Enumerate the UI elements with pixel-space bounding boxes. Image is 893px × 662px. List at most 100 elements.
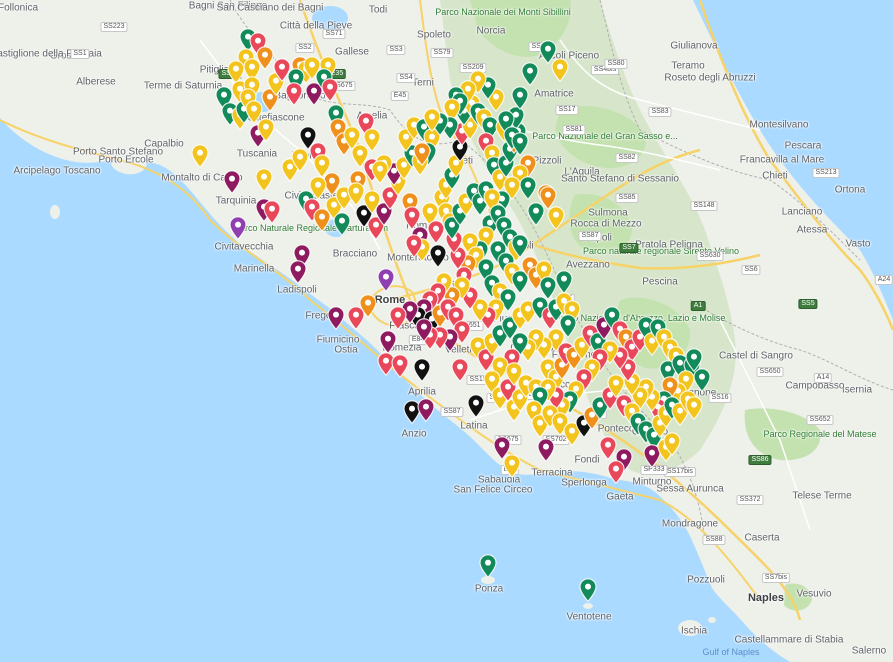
place-label-porto-ercole: Porto Ercole xyxy=(98,154,154,166)
place-label-ortona: Ortona xyxy=(834,184,866,196)
place-label-arcipelago-toscano: Arcipelago Toscano xyxy=(13,165,101,177)
place-label-lanciano: Lanciano xyxy=(781,206,823,218)
place-label-sperlonga: Sperlonga xyxy=(561,477,607,489)
road-shield-ss372: SS372 xyxy=(736,495,764,505)
place-label-fondi: Fondi xyxy=(574,454,600,466)
map-marker-yellow[interactable] xyxy=(503,454,521,478)
map-marker-black[interactable] xyxy=(413,358,431,382)
map-marker-black[interactable] xyxy=(467,394,485,418)
place-label-san-felice-circeo: San Felice Circeo xyxy=(453,484,533,496)
map-marker-green[interactable] xyxy=(479,554,497,578)
place-label-chieti: Chieti xyxy=(762,170,788,182)
map-marker-purple[interactable] xyxy=(223,170,241,194)
place-label-sulmona: Sulmona xyxy=(588,207,628,219)
map-marker-green[interactable] xyxy=(333,212,351,236)
map-marker-yellow[interactable] xyxy=(551,58,569,82)
road-shield-ss79: SS79 xyxy=(430,48,454,58)
place-label-spoleto: Spoleto xyxy=(417,29,451,41)
map-pin-icon xyxy=(423,108,441,132)
map-marker-purple[interactable] xyxy=(379,330,397,354)
road-shield-ss4: SS4 xyxy=(396,73,416,83)
map-marker-green[interactable] xyxy=(579,578,597,602)
map-marker-green[interactable] xyxy=(511,132,529,156)
island-ventotene xyxy=(583,603,593,609)
place-label-parco-nazionale-del-gran-sasso-e: Parco Nazionale del Gran Sasso e... xyxy=(532,131,678,141)
map-marker-yellow[interactable] xyxy=(363,128,381,152)
map-marker-green[interactable] xyxy=(685,348,703,372)
map-pin-icon xyxy=(359,294,377,318)
map-marker-red[interactable] xyxy=(607,460,625,484)
map-marker-orange[interactable] xyxy=(413,142,431,166)
map-canvas[interactable]: FollonicaGrossetoCastiglione della Pesca… xyxy=(0,0,893,662)
map-marker-green[interactable] xyxy=(521,62,539,86)
place-label-pratola-peligna: Pratola Peligna xyxy=(635,239,703,251)
road-shield-ss213: SS213 xyxy=(812,168,840,178)
map-marker-purple[interactable] xyxy=(417,398,435,422)
map-marker-green[interactable] xyxy=(511,86,529,110)
map-marker-yellow[interactable] xyxy=(663,432,681,456)
place-label-alberese: Alberese xyxy=(76,76,116,88)
road-shield-a14: A14 xyxy=(813,373,833,383)
map-marker-red[interactable] xyxy=(405,234,423,258)
place-label-norcia: Norcia xyxy=(476,25,506,37)
road-shield-ss85: SS85 xyxy=(615,193,639,203)
map-marker-green[interactable] xyxy=(555,270,573,294)
map-marker-yellow[interactable] xyxy=(423,108,441,132)
place-label-rocca-di-mezzo: Rocca di Mezzo xyxy=(570,218,642,230)
map-pin-icon xyxy=(371,160,389,184)
map-marker-red[interactable] xyxy=(321,78,339,102)
road-shield-ss6: SS6 xyxy=(741,265,761,275)
map-marker-orange[interactable] xyxy=(359,294,377,318)
map-marker-red[interactable] xyxy=(263,200,281,224)
road-shield-ss17bis: SS17bis xyxy=(663,467,697,477)
map-pin-icon xyxy=(413,358,431,382)
map-marker-purple[interactable] xyxy=(327,306,345,330)
map-marker-yellow[interactable] xyxy=(291,148,309,172)
map-pin-icon xyxy=(263,200,281,224)
map-marker-yellow[interactable] xyxy=(371,160,389,184)
place-label-ischia: Ischia xyxy=(680,625,708,637)
map-marker-yellow[interactable] xyxy=(685,396,703,420)
place-label-tarquinia: Tarquinia xyxy=(215,195,257,207)
map-marker-violet[interactable] xyxy=(377,268,395,292)
map-pin-icon xyxy=(255,168,273,192)
place-label-teramo: Teramo xyxy=(671,60,705,72)
place-label-salerno: Salerno xyxy=(851,645,887,657)
map-pin-icon xyxy=(521,62,539,86)
map-marker-green[interactable] xyxy=(519,176,537,200)
place-label-pozzuoli: Pozzuoli xyxy=(687,574,725,586)
place-label-capalbio: Capalbio xyxy=(144,138,184,150)
map-marker-violet[interactable] xyxy=(229,216,247,240)
place-label-pescina: Pescina xyxy=(642,276,678,288)
place-label-giulianova: Giulianova xyxy=(670,40,718,52)
map-pin-icon xyxy=(229,216,247,240)
map-marker-yellow[interactable] xyxy=(505,362,523,386)
map-marker-red[interactable] xyxy=(391,354,409,378)
road-shield-ss80: SS80 xyxy=(604,59,628,69)
map-marker-green[interactable] xyxy=(527,202,545,226)
map-marker-yellow[interactable] xyxy=(257,118,275,142)
map-marker-yellow[interactable] xyxy=(547,206,565,230)
map-marker-red[interactable] xyxy=(285,82,303,106)
road-shield-ss630: SS630 xyxy=(696,251,724,261)
map-marker-red[interactable] xyxy=(451,358,469,382)
map-marker-purple[interactable] xyxy=(289,260,307,284)
map-pin-icon xyxy=(391,354,409,378)
map-pin-icon xyxy=(547,206,565,230)
road-shield-ss7bis: SS7bis xyxy=(761,573,791,583)
map-pin-icon xyxy=(685,348,703,372)
map-marker-purple[interactable] xyxy=(537,438,555,462)
map-marker-yellow[interactable] xyxy=(255,168,273,192)
place-label-todi: Todi xyxy=(368,4,388,16)
road-shield-ss81: SS81 xyxy=(562,125,586,135)
place-label-isernia: Isernia xyxy=(841,384,873,396)
map-pin-icon xyxy=(405,234,423,258)
place-label-anzio: Anzio xyxy=(401,428,427,440)
map-pin-icon xyxy=(479,554,497,578)
map-marker-yellow[interactable] xyxy=(191,144,209,168)
map-marker-red[interactable] xyxy=(389,306,407,330)
place-label-montesilvano: Montesilvano xyxy=(749,119,809,131)
place-label-marinella: Marinella xyxy=(233,263,275,275)
place-label-parco-regionale-del-matese: Parco Regionale del Matese xyxy=(763,429,877,439)
map-pin-icon xyxy=(327,306,345,330)
